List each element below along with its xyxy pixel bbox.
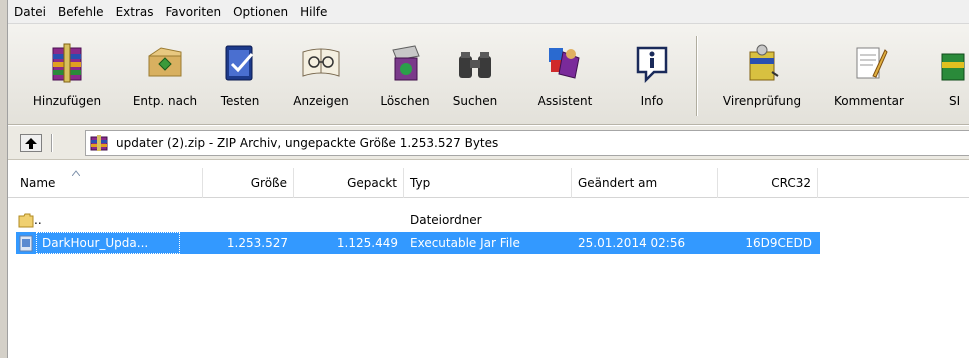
find-button[interactable]: Suchen xyxy=(442,34,508,118)
address-bar: updater (2).zip - ZIP Archiv, ungepackte… xyxy=(8,126,969,160)
file-modified xyxy=(572,210,718,230)
view-file-icon xyxy=(302,48,340,77)
menu-extras[interactable]: Extras xyxy=(110,0,160,24)
file-size: 1.253.527 xyxy=(226,236,288,250)
column-size[interactable]: Größe xyxy=(203,168,294,198)
add-archive-icon xyxy=(52,43,82,83)
find-binoculars-icon xyxy=(459,52,491,78)
menu-befehle[interactable]: Befehle xyxy=(52,0,110,24)
comment-button[interactable]: Kommentar xyxy=(822,34,916,118)
file-name: .. xyxy=(34,213,42,227)
list-item-selected[interactable]: DarkHour_Upda... 1.253.527 1.125.449 Exe… xyxy=(8,232,969,254)
test-button[interactable]: Testen xyxy=(208,34,272,118)
comment-label: Kommentar xyxy=(834,94,904,108)
menu-bar: Datei Befehle Extras Favoriten Optionen … xyxy=(8,0,969,24)
file-crc: 16D9CEDD xyxy=(745,236,812,250)
file-type: Dateiordner xyxy=(410,213,482,227)
sfx-icon xyxy=(941,53,965,81)
comment-icon xyxy=(856,47,888,79)
file-name: DarkHour_Upda... xyxy=(42,236,149,250)
column-packed[interactable]: Gepackt xyxy=(294,168,404,198)
find-label: Suchen xyxy=(452,94,498,108)
jar-file-icon xyxy=(19,235,33,252)
virus-scan-label: Virenprüfung xyxy=(722,94,802,108)
wizard-icon xyxy=(549,48,580,79)
menu-optionen[interactable]: Optionen xyxy=(227,0,294,24)
file-crc xyxy=(718,210,818,230)
address-field[interactable]: updater (2).zip - ZIP Archiv, ungepackte… xyxy=(85,130,969,156)
column-header: Name Größe Gepackt Typ Geändert am CRC32 xyxy=(8,168,969,198)
menu-datei[interactable]: Datei xyxy=(8,0,52,24)
list-item[interactable]: .. Dateiordner xyxy=(8,210,969,230)
sfx-label: SI xyxy=(949,94,961,108)
wizard-label: Assistent xyxy=(537,94,593,108)
toolbar: Hinzufügen Entp. nach Testen Anzeigen Lö… xyxy=(8,24,969,125)
virus-scan-icon xyxy=(749,44,779,81)
column-name[interactable]: Name xyxy=(8,168,203,198)
file-type: Executable Jar File xyxy=(410,236,520,250)
window-left-edge xyxy=(0,0,8,358)
file-list: Name Größe Gepackt Typ Geändert am CRC32… xyxy=(8,168,969,358)
extract-to-label: Entp. nach xyxy=(132,94,198,108)
file-packed xyxy=(294,210,404,230)
add-label: Hinzufügen xyxy=(32,94,102,108)
up-folder-button[interactable] xyxy=(20,134,42,152)
column-name-label: Name xyxy=(20,176,56,190)
wizard-button[interactable]: Assistent xyxy=(526,34,604,118)
address-text: updater (2).zip - ZIP Archiv, ungepackte… xyxy=(116,136,499,150)
menu-favoriten[interactable]: Favoriten xyxy=(160,0,228,24)
column-type[interactable]: Typ xyxy=(404,168,572,198)
add-button[interactable]: Hinzufügen xyxy=(12,34,122,118)
delete-label: Löschen xyxy=(380,94,430,108)
toolbar-separator xyxy=(696,36,698,116)
info-icon xyxy=(636,46,668,84)
test-label: Testen xyxy=(220,94,260,108)
file-packed: 1.125.449 xyxy=(336,236,398,250)
view-button[interactable]: Anzeigen xyxy=(284,34,358,118)
extract-to-icon xyxy=(148,47,182,77)
info-button[interactable]: Info xyxy=(622,34,682,118)
sfx-button[interactable]: SI xyxy=(936,34,969,118)
file-modified: 25.01.2014 02:56 xyxy=(578,236,686,250)
menu-hilfe[interactable]: Hilfe xyxy=(294,0,333,24)
delete-button[interactable]: Löschen xyxy=(372,34,438,118)
test-archive-icon xyxy=(225,45,254,81)
sort-ascending-icon xyxy=(72,170,80,176)
column-modified[interactable]: Geändert am xyxy=(572,168,718,198)
file-size xyxy=(203,210,294,230)
rar-archive-icon xyxy=(90,135,108,151)
view-label: Anzeigen xyxy=(293,94,349,108)
arrow-up-icon xyxy=(25,138,37,149)
info-label: Info xyxy=(640,94,664,108)
virus-scan-button[interactable]: Virenprüfung xyxy=(706,34,818,118)
address-separator xyxy=(51,134,53,152)
column-crc32[interactable]: CRC32 xyxy=(718,168,818,198)
delete-icon xyxy=(392,45,420,81)
extract-to-button[interactable]: Entp. nach xyxy=(126,34,204,118)
